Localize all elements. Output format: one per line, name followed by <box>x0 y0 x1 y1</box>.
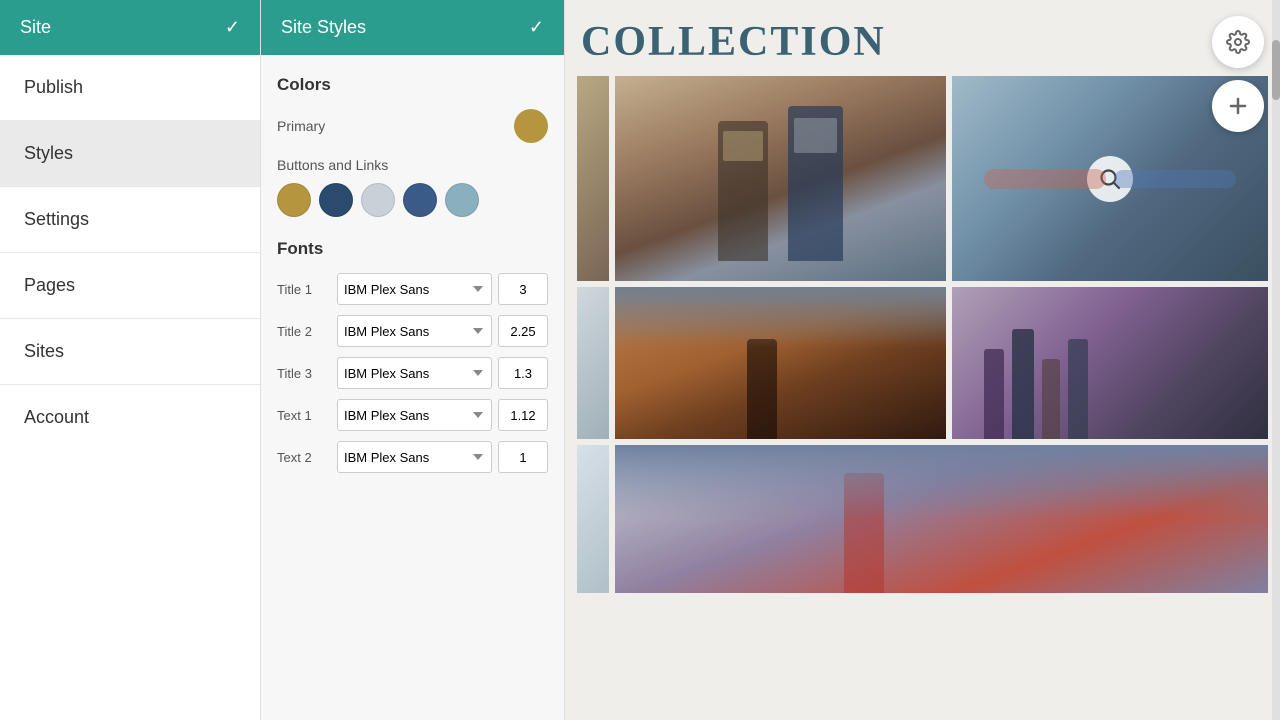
swatch-light-blue[interactable] <box>445 183 479 217</box>
sidebar-nav: Publish Styles Settings Pages Sites Acco… <box>0 55 260 720</box>
fonts-section-title: Fonts <box>277 239 548 259</box>
photo-partial-bottom-left <box>577 287 609 439</box>
font-select-title2[interactable]: IBM Plex SansArialGeorgia <box>337 315 492 347</box>
photo-crowd[interactable] <box>952 287 1268 439</box>
font-label-title2: Title 2 <box>277 324 331 339</box>
content-area: COLLECTION <box>565 0 1280 720</box>
font-select-text1[interactable]: IBM Plex SansArialGeorgia <box>337 399 492 431</box>
site-label: Site <box>20 17 51 38</box>
sidebar-item-account[interactable]: Account <box>0 385 260 450</box>
font-row-title2: Title 2 IBM Plex SansArialGeorgia <box>277 315 548 347</box>
font-row-title3: Title 3 IBM Plex SansArialGeorgia <box>277 357 548 389</box>
scrollbar-thumb[interactable] <box>1272 40 1280 100</box>
font-size-title3[interactable] <box>498 357 548 389</box>
site-styles-check-icon: ✓ <box>529 17 544 38</box>
site-styles-label: Site Styles <box>281 17 366 38</box>
font-row-title1: Title 1 IBM Plex SansArialGeorgia 3 <box>277 273 548 305</box>
sidebar-item-settings[interactable]: Settings <box>0 187 260 253</box>
font-size-text2[interactable] <box>498 441 548 473</box>
font-size-title1[interactable]: 3 <box>498 273 548 305</box>
font-label-title3: Title 3 <box>277 366 331 381</box>
gear-icon <box>1226 30 1250 54</box>
primary-color-label: Primary <box>277 118 325 134</box>
photo-row-1 <box>565 76 1280 281</box>
font-label-text2: Text 2 <box>277 450 331 465</box>
sidebar-item-publish[interactable]: Publish <box>0 55 260 121</box>
primary-color-swatch[interactable] <box>514 109 548 143</box>
photo-row-3 <box>565 445 1280 593</box>
buttons-links-label: Buttons and Links <box>277 157 548 173</box>
font-select-title1[interactable]: IBM Plex SansArialGeorgia <box>337 273 492 305</box>
font-row-text2: Text 2 IBM Plex SansArialGeorgia <box>277 441 548 473</box>
plus-icon <box>1226 94 1250 118</box>
font-select-text2[interactable]: IBM Plex SansArialGeorgia <box>337 441 492 473</box>
collection-title: COLLECTION <box>565 0 1280 76</box>
font-size-title2[interactable] <box>498 315 548 347</box>
add-fab-button[interactable] <box>1212 80 1264 132</box>
photo-row-2 <box>565 287 1280 439</box>
middle-panel-header: Site Styles ✓ <box>261 0 564 55</box>
font-select-title3[interactable]: IBM Plex SansArialGeorgia <box>337 357 492 389</box>
font-size-text1[interactable] <box>498 399 548 431</box>
photo-woman-lake[interactable] <box>615 287 946 439</box>
font-label-title1: Title 1 <box>277 282 331 297</box>
middle-panel: Site Styles ✓ Colors Primary Buttons and… <box>261 0 565 720</box>
sidebar-item-sites[interactable]: Sites <box>0 319 260 385</box>
sidebar-item-styles[interactable]: Styles <box>0 121 260 187</box>
swatch-gold[interactable] <box>277 183 311 217</box>
sidebar-header: Site ✓ <box>0 0 260 55</box>
colors-section-title: Colors <box>277 75 548 95</box>
swatch-blue[interactable] <box>403 183 437 217</box>
sidebar-item-pages[interactable]: Pages <box>0 253 260 319</box>
font-label-text1: Text 1 <box>277 408 331 423</box>
font-row-text1: Text 1 IBM Plex SansArialGeorgia <box>277 399 548 431</box>
scrollbar-track <box>1272 0 1280 720</box>
color-swatches <box>277 183 548 217</box>
photo-partial-snow <box>577 445 609 593</box>
site-check-icon: ✓ <box>225 17 240 38</box>
fab-container <box>1212 16 1264 132</box>
settings-fab-button[interactable] <box>1212 16 1264 68</box>
photo-fashion-partial <box>577 76 609 281</box>
photo-fashion[interactable] <box>615 76 946 281</box>
primary-color-row: Primary <box>277 109 548 143</box>
swatch-light-gray[interactable] <box>361 183 395 217</box>
middle-panel-content: Colors Primary Buttons and Links Fonts T… <box>261 55 564 720</box>
sidebar: Site ✓ Publish Styles Settings Pages Sit… <box>0 0 261 720</box>
swatch-dark-blue[interactable] <box>319 183 353 217</box>
photo-athlete[interactable] <box>615 445 1268 593</box>
